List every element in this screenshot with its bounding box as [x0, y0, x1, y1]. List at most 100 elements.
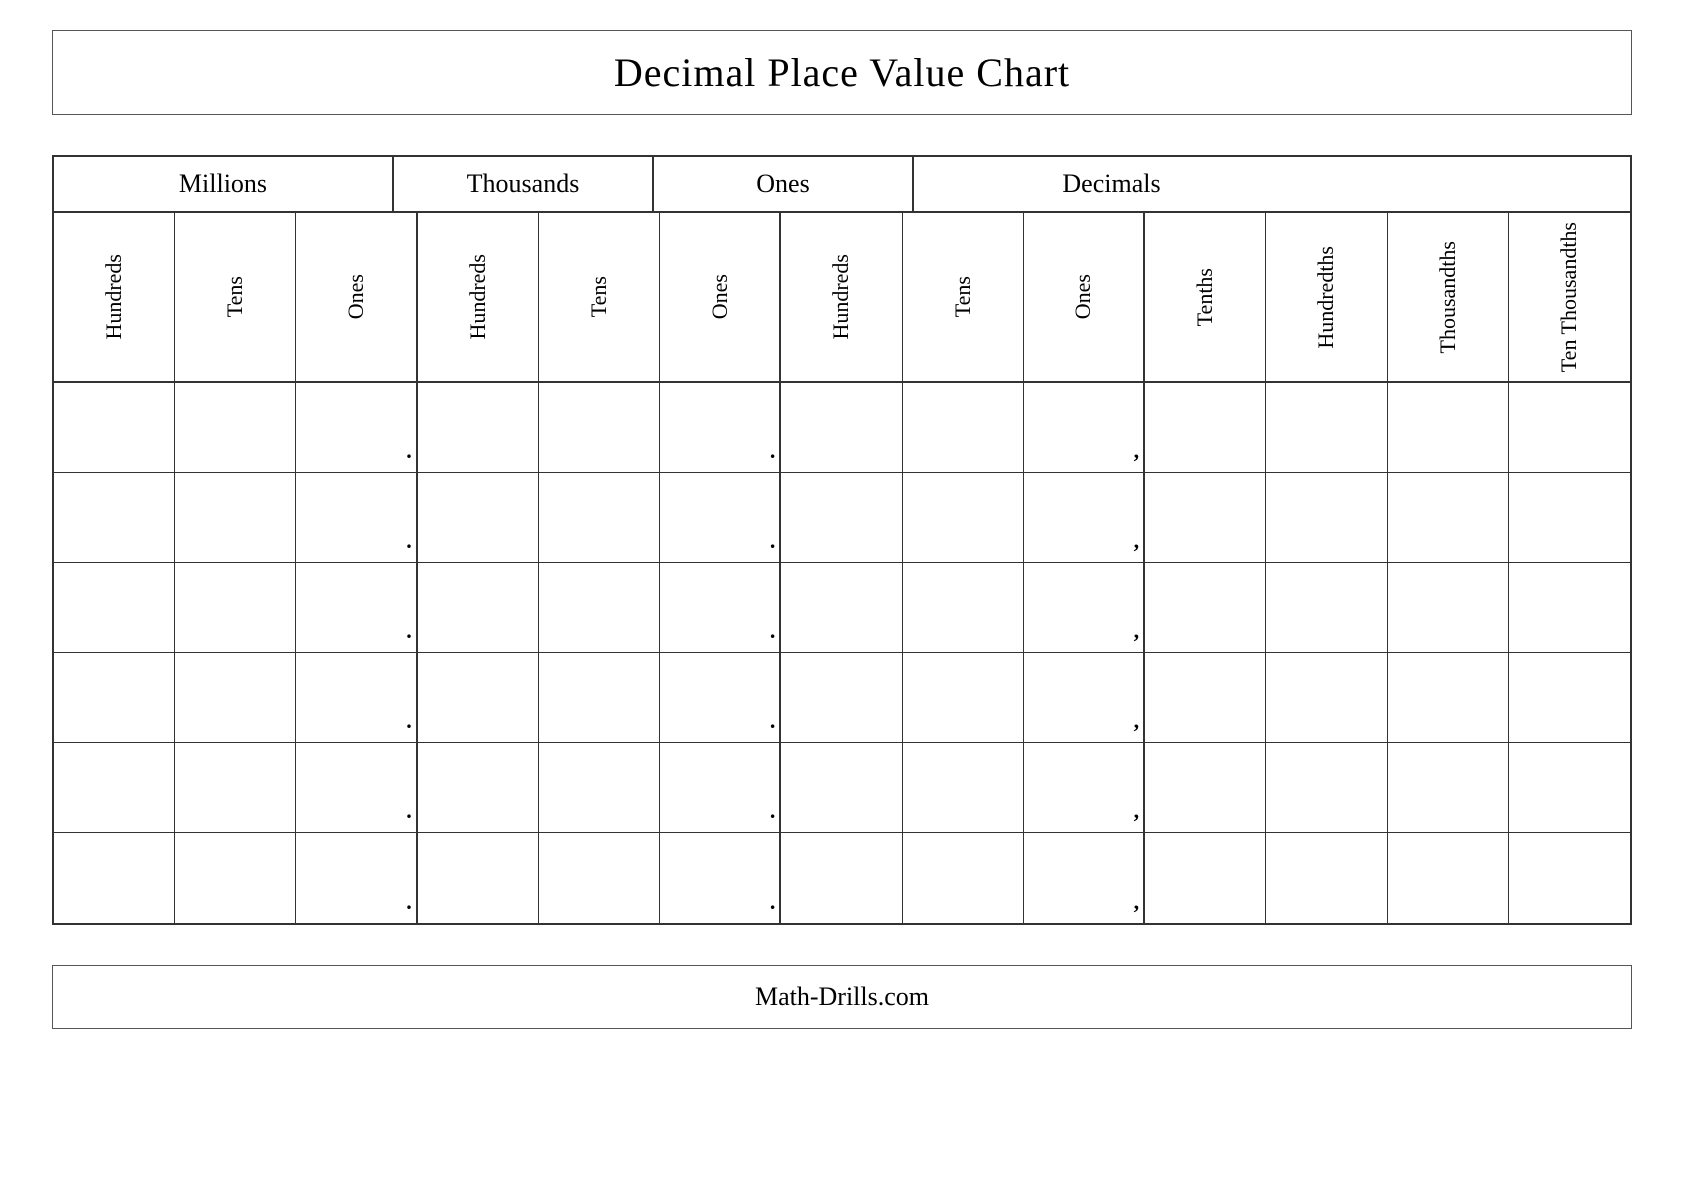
r4c13[interactable]	[1509, 653, 1630, 742]
col-millions-tens: Tens	[175, 213, 296, 381]
r6c3[interactable]: .	[296, 833, 417, 923]
r1c1[interactable]	[54, 383, 175, 472]
r3c3[interactable]: .	[296, 563, 417, 652]
r6c13[interactable]	[1509, 833, 1630, 923]
col-decimals-hundredths: Hundredths	[1266, 213, 1387, 381]
group-ones: Ones	[654, 157, 914, 211]
col-ones-hundreds: Hundreds	[781, 213, 902, 381]
r1c13[interactable]	[1509, 383, 1630, 472]
r5c8[interactable]	[903, 743, 1024, 832]
data-row-3: . . ,	[54, 563, 1630, 653]
r6c10[interactable]	[1145, 833, 1266, 923]
r3c13[interactable]	[1509, 563, 1630, 652]
r1c4[interactable]	[418, 383, 539, 472]
page-title: Decimal Place Value Chart	[614, 50, 1070, 95]
col-ones-ones: Ones	[1024, 213, 1145, 381]
r2c7[interactable]	[781, 473, 902, 562]
r1c5[interactable]	[539, 383, 660, 472]
r4c3[interactable]: .	[296, 653, 417, 742]
r3c1[interactable]	[54, 563, 175, 652]
r4c12[interactable]	[1388, 653, 1509, 742]
r2c12[interactable]	[1388, 473, 1509, 562]
data-row-6: . . ,	[54, 833, 1630, 923]
r4c10[interactable]	[1145, 653, 1266, 742]
group-millions: Millions	[54, 157, 394, 211]
r3c6[interactable]: .	[660, 563, 781, 652]
r1c12[interactable]	[1388, 383, 1509, 472]
r1c9[interactable]: ,	[1024, 383, 1145, 472]
r5c12[interactable]	[1388, 743, 1509, 832]
r3c4[interactable]	[418, 563, 539, 652]
col-millions-hundreds: Hundreds	[54, 213, 175, 381]
r4c1[interactable]	[54, 653, 175, 742]
r2c8[interactable]	[903, 473, 1024, 562]
r6c12[interactable]	[1388, 833, 1509, 923]
sub-header-row: Hundreds Tens Ones Hundreds Tens Ones Hu…	[54, 213, 1630, 383]
data-row-4: . . ,	[54, 653, 1630, 743]
r1c6[interactable]: .	[660, 383, 781, 472]
r4c6[interactable]: .	[660, 653, 781, 742]
r3c2[interactable]	[175, 563, 296, 652]
r2c5[interactable]	[539, 473, 660, 562]
r6c2[interactable]	[175, 833, 296, 923]
r5c5[interactable]	[539, 743, 660, 832]
r4c5[interactable]	[539, 653, 660, 742]
data-row-1: . . ,	[54, 383, 1630, 473]
group-decimals: Decimals	[914, 157, 1309, 211]
col-decimals-ten-thousandths: Ten Thousandths	[1509, 213, 1630, 381]
group-header-row: Millions Thousands Ones Decimals	[54, 157, 1630, 213]
col-thousands-hundreds: Hundreds	[418, 213, 539, 381]
r1c11[interactable]	[1266, 383, 1387, 472]
r3c8[interactable]	[903, 563, 1024, 652]
r6c5[interactable]	[539, 833, 660, 923]
r5c7[interactable]	[781, 743, 902, 832]
r5c2[interactable]	[175, 743, 296, 832]
r3c5[interactable]	[539, 563, 660, 652]
r4c8[interactable]	[903, 653, 1024, 742]
r2c13[interactable]	[1509, 473, 1630, 562]
r6c9[interactable]: ,	[1024, 833, 1145, 923]
r6c8[interactable]	[903, 833, 1024, 923]
r2c10[interactable]	[1145, 473, 1266, 562]
r2c9[interactable]: ,	[1024, 473, 1145, 562]
r2c1[interactable]	[54, 473, 175, 562]
r5c11[interactable]	[1266, 743, 1387, 832]
r5c10[interactable]	[1145, 743, 1266, 832]
r1c3[interactable]: .	[296, 383, 417, 472]
r6c11[interactable]	[1266, 833, 1387, 923]
r2c11[interactable]	[1266, 473, 1387, 562]
r5c1[interactable]	[54, 743, 175, 832]
r3c9[interactable]: ,	[1024, 563, 1145, 652]
r4c7[interactable]	[781, 653, 902, 742]
r1c2[interactable]	[175, 383, 296, 472]
r4c11[interactable]	[1266, 653, 1387, 742]
r4c2[interactable]	[175, 653, 296, 742]
footer-text: Math-Drills.com	[755, 982, 929, 1011]
r2c3[interactable]: .	[296, 473, 417, 562]
r1c7[interactable]	[781, 383, 902, 472]
r1c8[interactable]	[903, 383, 1024, 472]
r6c6[interactable]: .	[660, 833, 781, 923]
r3c7[interactable]	[781, 563, 902, 652]
r5c4[interactable]	[418, 743, 539, 832]
r2c4[interactable]	[418, 473, 539, 562]
r3c11[interactable]	[1266, 563, 1387, 652]
r3c12[interactable]	[1388, 563, 1509, 652]
data-row-5: . . ,	[54, 743, 1630, 833]
r5c9[interactable]: ,	[1024, 743, 1145, 832]
r6c4[interactable]	[418, 833, 539, 923]
r4c9[interactable]: ,	[1024, 653, 1145, 742]
r3c10[interactable]	[1145, 563, 1266, 652]
r1c10[interactable]	[1145, 383, 1266, 472]
r5c3[interactable]: .	[296, 743, 417, 832]
r5c13[interactable]	[1509, 743, 1630, 832]
r6c7[interactable]	[781, 833, 902, 923]
col-decimals-tenths: Tenths	[1145, 213, 1266, 381]
col-thousands-ones: Ones	[660, 213, 781, 381]
r2c2[interactable]	[175, 473, 296, 562]
r2c6[interactable]: .	[660, 473, 781, 562]
r6c1[interactable]	[54, 833, 175, 923]
r4c4[interactable]	[418, 653, 539, 742]
r5c6[interactable]: .	[660, 743, 781, 832]
title-box: Decimal Place Value Chart	[52, 30, 1632, 115]
